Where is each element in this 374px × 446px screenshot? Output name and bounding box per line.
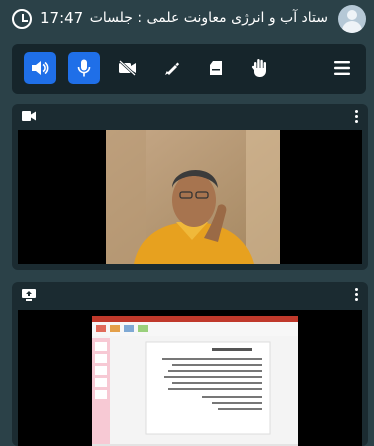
raise-hand-icon (251, 59, 266, 77)
user-avatar-icon[interactable] (338, 5, 366, 33)
speaker-button[interactable] (24, 52, 56, 84)
clock-icon (12, 9, 32, 29)
session-title: ستاد آب و انرژی معاونت علمی : جلسات (89, 10, 328, 26)
session-time: 17:47 (40, 9, 84, 27)
video-panel (12, 104, 368, 270)
kebab-menu-icon[interactable] (355, 110, 358, 125)
screen-share-icon (22, 289, 36, 301)
kebab-menu-icon[interactable] (355, 288, 358, 303)
panel-header (12, 104, 368, 130)
camera-toggle-button[interactable] (112, 52, 144, 84)
raise-hand-button[interactable] (244, 52, 276, 84)
control-toolbar (12, 44, 366, 94)
screen-share-panel (12, 282, 368, 446)
top-bar: 17:47 ستاد آب و انرژی معاونت علمی : جلسا… (0, 0, 374, 40)
camera-off-icon (119, 60, 136, 76)
video-stage (18, 130, 362, 264)
menu-icon (334, 61, 350, 75)
draw-button[interactable] (156, 52, 188, 84)
participant-video (106, 130, 280, 264)
shared-slide-image (92, 316, 298, 446)
video-camera-icon (22, 111, 36, 121)
eraser-icon (210, 61, 222, 75)
panel-header (12, 282, 368, 308)
microphone-icon (77, 59, 91, 77)
pen-icon (165, 62, 180, 75)
shared-screen-stage (18, 310, 362, 446)
speaker-icon (32, 61, 49, 75)
microphone-button[interactable] (68, 52, 100, 84)
menu-button[interactable] (326, 52, 358, 84)
eraser-button[interactable] (200, 52, 232, 84)
